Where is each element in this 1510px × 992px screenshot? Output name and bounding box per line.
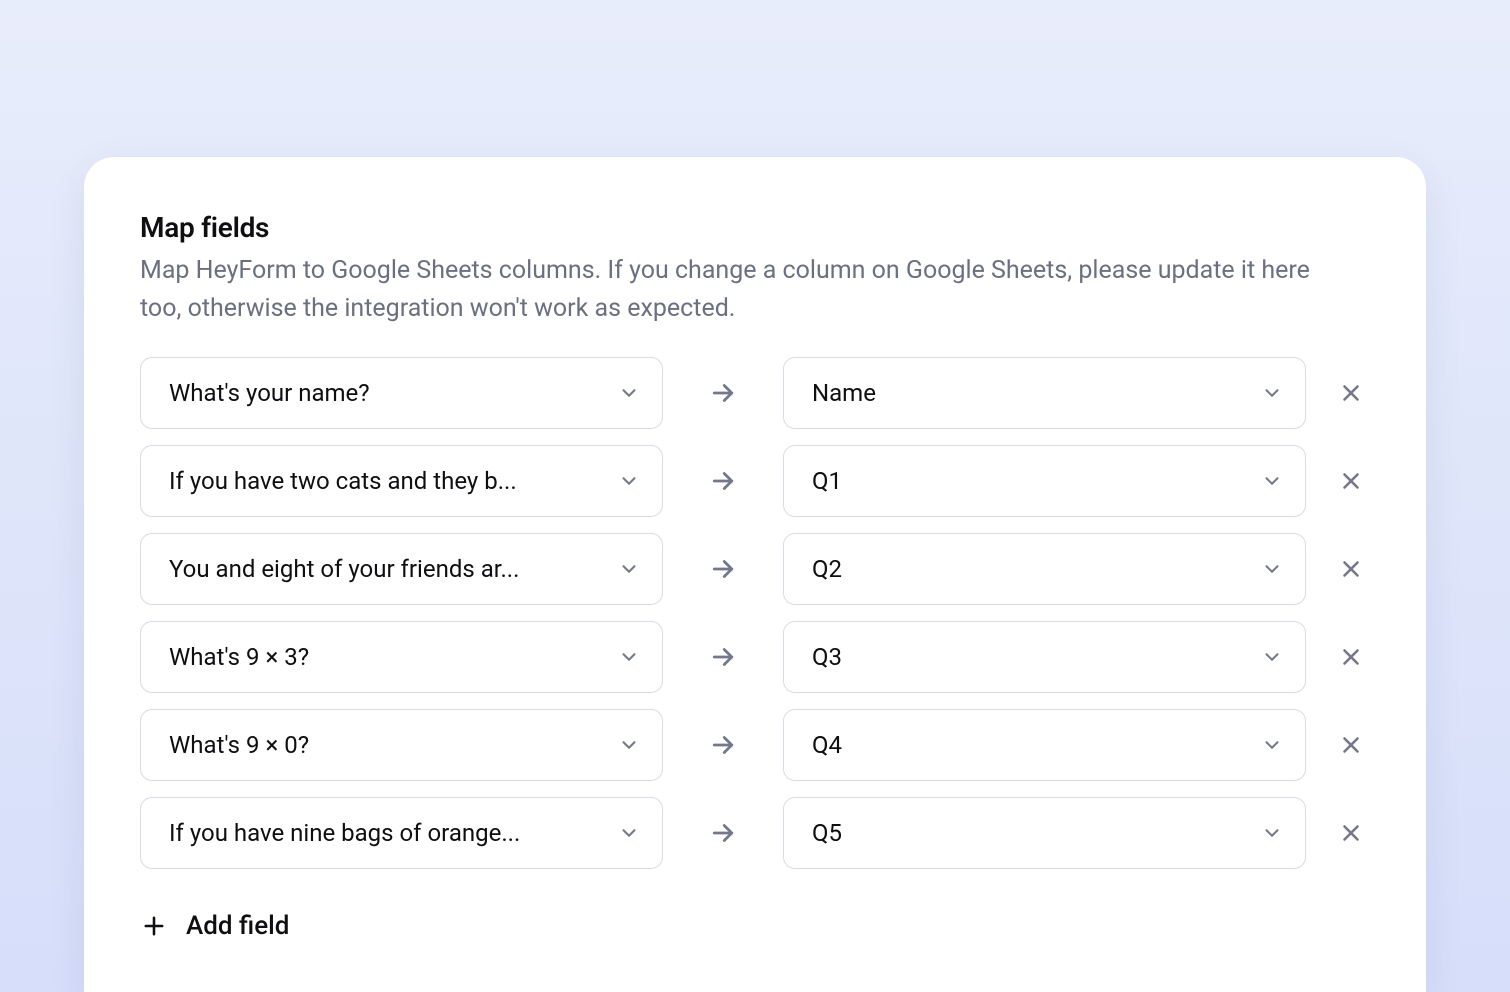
chevron-down-icon	[1261, 382, 1283, 404]
source-field-select[interactable]: What's 9 × 0?	[140, 709, 663, 781]
add-field-button[interactable]: Add field	[140, 911, 289, 941]
target-column-select[interactable]: Q5	[783, 797, 1306, 869]
chevron-down-icon	[618, 646, 640, 668]
source-field-label: If you have nine bags of orange...	[169, 819, 520, 847]
chevron-down-icon	[618, 470, 640, 492]
source-field-label: What's your name?	[169, 379, 370, 407]
target-column-label: Name	[812, 379, 876, 407]
source-field-select[interactable]: You and eight of your friends ar...	[140, 533, 663, 605]
source-field-label: What's 9 × 0?	[169, 731, 309, 759]
target-column-select[interactable]: Q4	[783, 709, 1306, 781]
arrow-right-icon	[689, 466, 757, 496]
remove-row-button[interactable]	[1332, 732, 1370, 758]
arrow-right-icon	[689, 730, 757, 760]
chevron-down-icon	[1261, 558, 1283, 580]
arrow-right-icon	[689, 818, 757, 848]
remove-row-button[interactable]	[1332, 468, 1370, 494]
mapping-row: If you have two cats and they b... Q1	[140, 445, 1370, 517]
mapping-row: If you have nine bags of orange... Q5	[140, 797, 1370, 869]
arrow-right-icon	[689, 642, 757, 672]
mapping-row: What's 9 × 3? Q3	[140, 621, 1370, 693]
section-subtitle: Map HeyForm to Google Sheets columns. If…	[140, 252, 1340, 327]
chevron-down-icon	[1261, 646, 1283, 668]
remove-row-button[interactable]	[1332, 820, 1370, 846]
target-column-select[interactable]: Q3	[783, 621, 1306, 693]
map-fields-card: Map fields Map HeyForm to Google Sheets …	[84, 157, 1426, 992]
remove-row-button[interactable]	[1332, 644, 1370, 670]
target-column-select[interactable]: Q1	[783, 445, 1306, 517]
source-field-label: What's 9 × 3?	[169, 643, 309, 671]
chevron-down-icon	[618, 734, 640, 756]
source-field-select[interactable]: What's 9 × 3?	[140, 621, 663, 693]
mapping-row: What's your name? Name	[140, 357, 1370, 429]
source-field-select[interactable]: What's your name?	[140, 357, 663, 429]
target-column-label: Q5	[812, 819, 842, 847]
chevron-down-icon	[618, 382, 640, 404]
source-field-label: You and eight of your friends ar...	[169, 555, 519, 583]
remove-row-button[interactable]	[1332, 556, 1370, 582]
chevron-down-icon	[618, 558, 640, 580]
arrow-right-icon	[689, 554, 757, 584]
target-column-select[interactable]: Name	[783, 357, 1306, 429]
add-field-label: Add field	[186, 911, 289, 941]
source-field-label: If you have two cats and they b...	[169, 467, 517, 495]
mapping-row: You and eight of your friends ar... Q2	[140, 533, 1370, 605]
target-column-label: Q4	[812, 731, 842, 759]
arrow-right-icon	[689, 378, 757, 408]
target-column-label: Q2	[812, 555, 842, 583]
source-field-select[interactable]: If you have nine bags of orange...	[140, 797, 663, 869]
chevron-down-icon	[618, 822, 640, 844]
remove-row-button[interactable]	[1332, 380, 1370, 406]
target-column-label: Q1	[812, 467, 842, 495]
section-title: Map fields	[140, 211, 1370, 244]
mapping-rows: What's your name? Name	[140, 357, 1370, 869]
target-column-select[interactable]: Q2	[783, 533, 1306, 605]
mapping-row: What's 9 × 0? Q4	[140, 709, 1370, 781]
chevron-down-icon	[1261, 734, 1283, 756]
source-field-select[interactable]: If you have two cats and they b...	[140, 445, 663, 517]
chevron-down-icon	[1261, 822, 1283, 844]
chevron-down-icon	[1261, 470, 1283, 492]
plus-icon	[140, 912, 168, 940]
target-column-label: Q3	[812, 643, 842, 671]
